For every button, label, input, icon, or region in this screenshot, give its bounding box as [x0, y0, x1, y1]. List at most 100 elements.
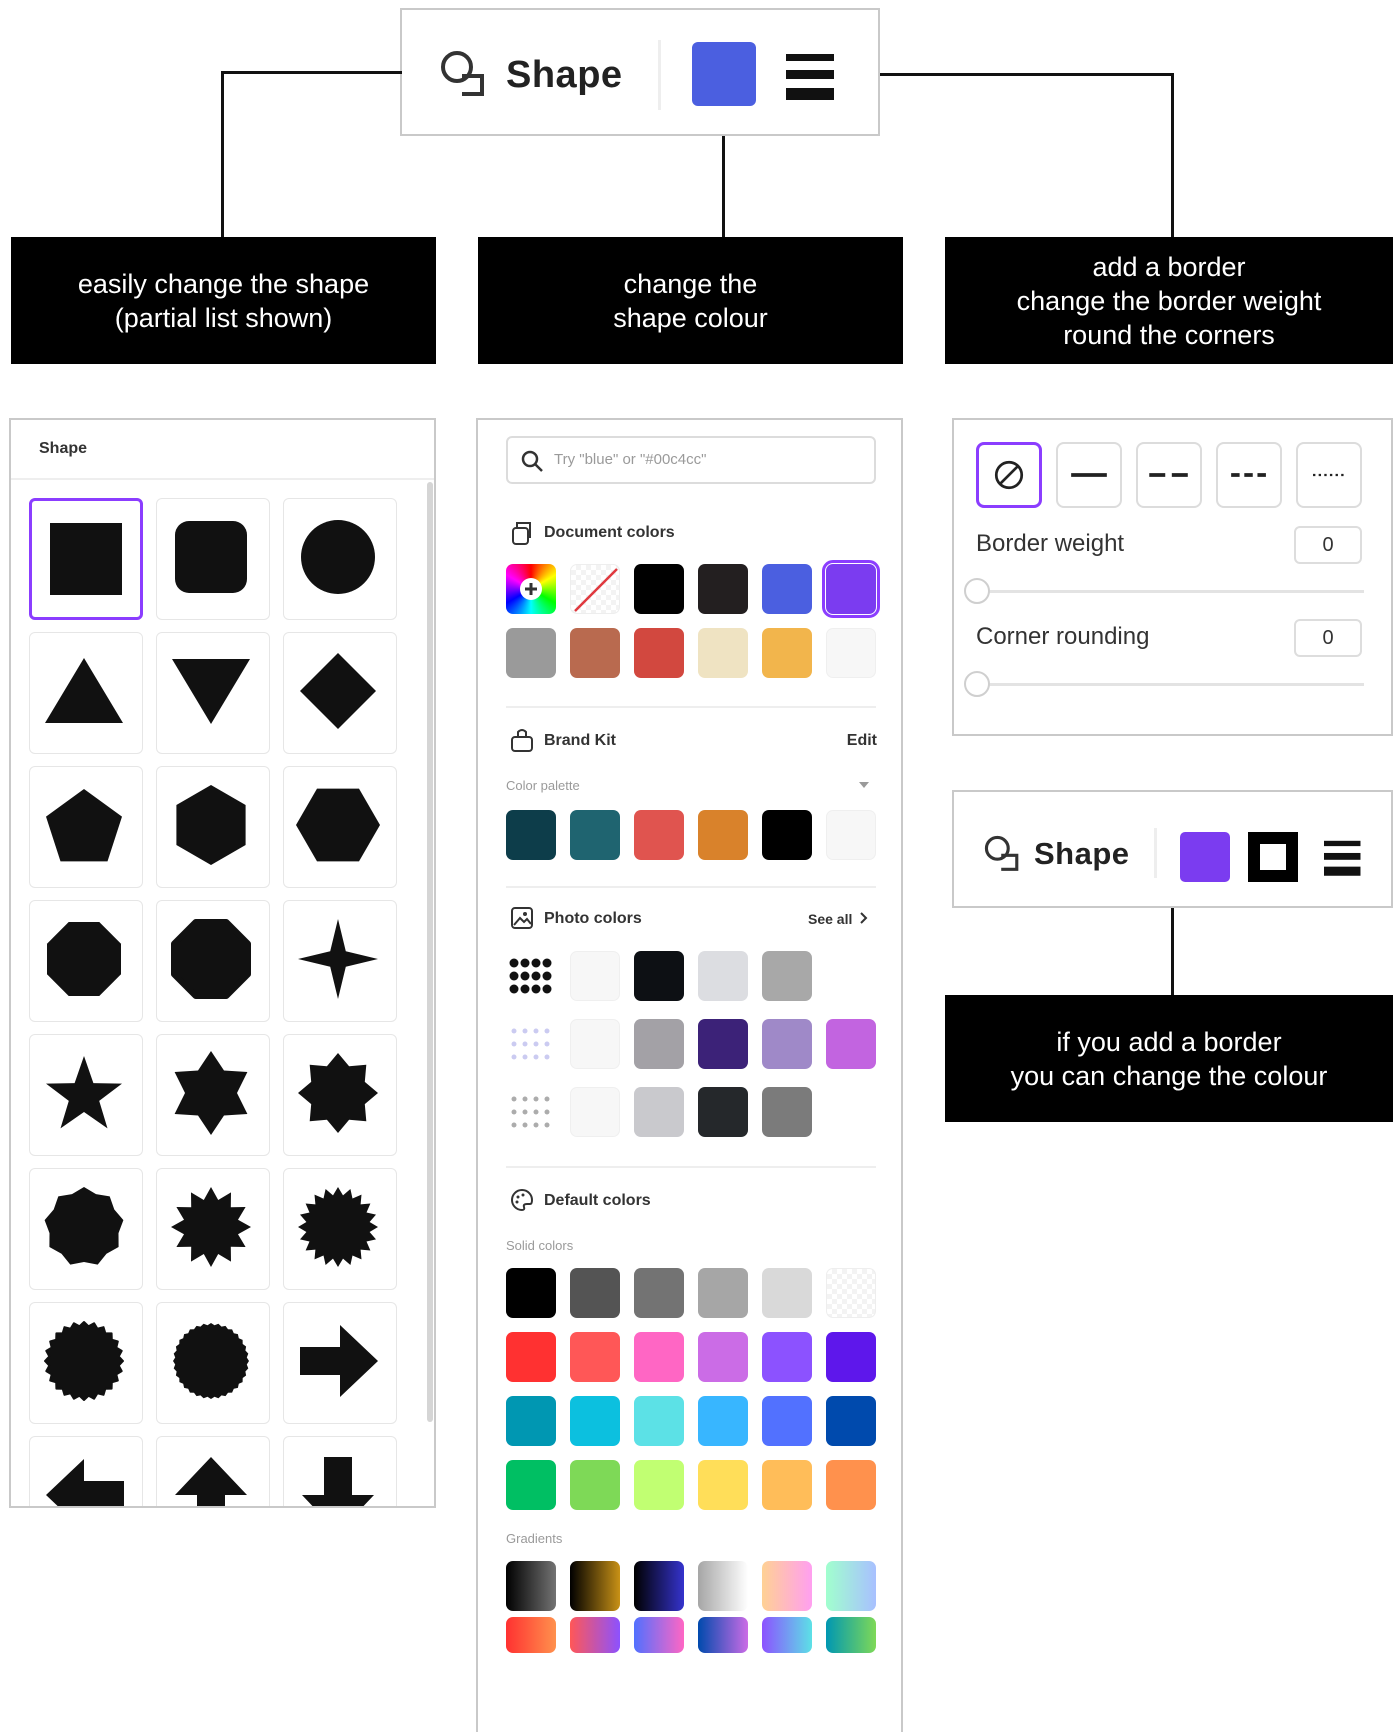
photo-color-swatch[interactable] [570, 1087, 620, 1137]
shape-type-label[interactable]: Shape [1034, 836, 1130, 872]
solid-color-swatch[interactable] [698, 1460, 748, 1510]
shape-option-hexagon[interactable] [156, 766, 270, 888]
shape-option-scalloped-circle[interactable] [29, 1302, 143, 1424]
brand-color-swatch[interactable] [634, 810, 684, 860]
corner-rounding-input[interactable]: 0 [1294, 619, 1362, 657]
photo-color-swatch[interactable] [826, 1019, 876, 1069]
border-weight-slider-track[interactable] [978, 590, 1364, 593]
document-color-swatch[interactable] [698, 628, 748, 678]
photo-color-swatch[interactable] [762, 1087, 812, 1137]
document-color-swatch[interactable] [762, 628, 812, 678]
transparent-color-swatch[interactable] [826, 1268, 876, 1318]
shape-color-swatch[interactable] [692, 42, 756, 106]
solid-color-swatch[interactable] [762, 1332, 812, 1382]
brand-color-swatch[interactable] [698, 810, 748, 860]
photo-thumbnail[interactable] [506, 1019, 556, 1069]
gradient-swatch[interactable] [762, 1561, 812, 1611]
solid-color-swatch[interactable] [634, 1460, 684, 1510]
solid-color-swatch[interactable] [826, 1460, 876, 1510]
gradient-swatch[interactable] [762, 1617, 812, 1653]
photo-color-swatch[interactable] [698, 1087, 748, 1137]
shape-type-icon[interactable] [438, 46, 488, 100]
document-color-swatch[interactable] [698, 564, 748, 614]
photo-color-swatch[interactable] [762, 1019, 812, 1069]
shape-option-twenty-point-starburst[interactable] [283, 1168, 397, 1290]
gradient-swatch[interactable] [698, 1617, 748, 1653]
solid-color-swatch[interactable] [826, 1332, 876, 1382]
shape-option-rounded-square[interactable] [156, 498, 270, 620]
shape-option-arrow-up[interactable] [156, 1436, 270, 1506]
shape-option-octagon[interactable] [29, 900, 143, 1022]
solid-color-swatch[interactable] [570, 1396, 620, 1446]
corner-rounding-slider-track[interactable] [978, 683, 1364, 686]
photo-color-swatch[interactable] [570, 1019, 620, 1069]
solid-color-swatch[interactable] [634, 1396, 684, 1446]
corner-rounding-slider-thumb[interactable] [964, 671, 990, 697]
shape-color-swatch[interactable] [1180, 832, 1230, 882]
gradient-swatch[interactable] [506, 1561, 556, 1611]
photo-color-swatch[interactable] [698, 951, 748, 1001]
empty-color-slot[interactable] [826, 810, 876, 860]
solid-color-swatch[interactable] [506, 1268, 556, 1318]
shape-option-scalloped-circle-fine[interactable] [156, 1302, 270, 1424]
gradient-swatch[interactable] [506, 1617, 556, 1653]
shape-option-arrow-down[interactable] [283, 1436, 397, 1506]
transparent-color-swatch[interactable] [570, 564, 620, 614]
document-color-swatch[interactable] [506, 628, 556, 678]
solid-color-swatch[interactable] [826, 1396, 876, 1446]
document-color-swatch[interactable] [570, 628, 620, 678]
border-style-dashed-short[interactable] [1216, 442, 1282, 508]
gradient-swatch[interactable] [698, 1561, 748, 1611]
solid-color-swatch[interactable] [570, 1332, 620, 1382]
shape-option-arrow-right[interactable] [283, 1302, 397, 1424]
document-color-swatch[interactable] [762, 564, 812, 614]
photo-thumbnail[interactable] [506, 1087, 556, 1137]
solid-color-swatch[interactable] [506, 1460, 556, 1510]
brand-color-swatch[interactable] [570, 810, 620, 860]
solid-color-swatch[interactable] [634, 1332, 684, 1382]
photo-color-swatch[interactable] [570, 951, 620, 1001]
border-style-solid[interactable] [1056, 442, 1122, 508]
gradient-swatch[interactable] [570, 1617, 620, 1653]
border-weight-slider-thumb[interactable] [964, 578, 990, 604]
document-color-swatch[interactable] [634, 628, 684, 678]
border-style-none[interactable] [976, 442, 1042, 508]
solid-color-swatch[interactable] [762, 1268, 812, 1318]
solid-color-swatch[interactable] [762, 1460, 812, 1510]
shape-type-icon[interactable] [982, 832, 1022, 874]
shape-option-twelve-point-starburst[interactable] [156, 1168, 270, 1290]
see-all-link[interactable]: See all [808, 911, 868, 927]
gradient-swatch[interactable] [826, 1561, 876, 1611]
photo-color-swatch[interactable] [634, 1087, 684, 1137]
gradient-swatch[interactable] [826, 1617, 876, 1653]
color-search-box[interactable]: Try "blue" or "#00c4cc" [506, 436, 876, 484]
shape-type-label[interactable]: Shape [506, 54, 623, 97]
shape-option-five-point-star[interactable] [29, 1034, 143, 1156]
border-style-dashed-long[interactable] [1136, 442, 1202, 508]
solid-color-swatch[interactable] [506, 1396, 556, 1446]
shape-panel-scrollbar[interactable] [427, 482, 433, 1422]
photo-color-swatch[interactable] [762, 951, 812, 1001]
shape-option-four-point-star[interactable] [283, 900, 397, 1022]
chevron-down-icon[interactable] [858, 780, 870, 790]
solid-color-swatch[interactable] [698, 1268, 748, 1318]
solid-color-swatch[interactable] [506, 1332, 556, 1382]
shape-option-rounded-octagon[interactable] [156, 900, 270, 1022]
border-color-swatch[interactable] [1248, 832, 1298, 882]
empty-color-slot[interactable] [826, 628, 876, 678]
gradient-swatch[interactable] [634, 1617, 684, 1653]
gradient-swatch[interactable] [634, 1561, 684, 1611]
brand-color-swatch[interactable] [762, 810, 812, 860]
shape-option-arrow-left[interactable] [29, 1436, 143, 1506]
photo-thumbnail[interactable] [506, 951, 556, 1001]
photo-color-swatch[interactable] [698, 1019, 748, 1069]
border-style-dotted[interactable] [1296, 442, 1362, 508]
shape-option-nonagon[interactable] [29, 1168, 143, 1290]
solid-color-swatch[interactable] [570, 1268, 620, 1318]
photo-color-swatch[interactable] [634, 951, 684, 1001]
brand-kit-edit-link[interactable]: Edit [847, 732, 877, 750]
solid-color-swatch[interactable] [698, 1332, 748, 1382]
solid-color-swatch[interactable] [762, 1396, 812, 1446]
solid-color-swatch[interactable] [698, 1396, 748, 1446]
shape-option-square[interactable] [29, 498, 143, 620]
